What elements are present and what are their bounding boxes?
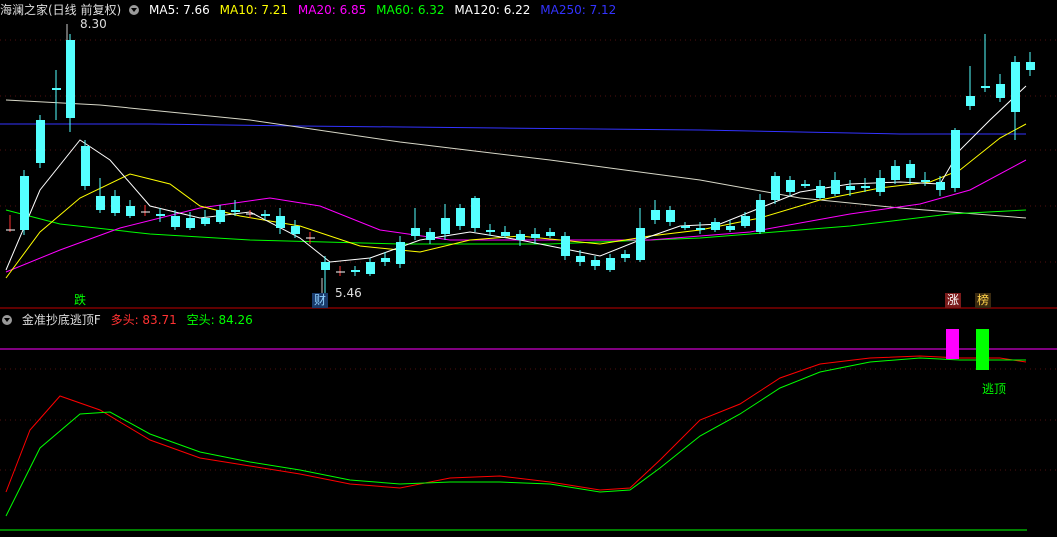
candle-body-down bbox=[531, 234, 540, 238]
grid-lines bbox=[0, 39, 1057, 471]
candle-body-down bbox=[81, 146, 90, 186]
candle-body-down bbox=[921, 180, 930, 182]
candle-body-down bbox=[366, 262, 375, 274]
ma10-line bbox=[5, 123, 1027, 279]
candle-body-down bbox=[891, 166, 900, 180]
candle-body-down bbox=[321, 262, 330, 270]
candle-body-down bbox=[426, 232, 435, 240]
candle-body-down bbox=[696, 228, 705, 230]
candle-body-down bbox=[261, 214, 270, 216]
candle-body-down bbox=[66, 40, 75, 118]
candle-body-down bbox=[636, 228, 645, 260]
candle-body-down bbox=[381, 258, 390, 262]
candle-body-down bbox=[786, 180, 795, 192]
candle-body-down bbox=[861, 186, 870, 188]
settings-dropdown-icon[interactable] bbox=[129, 4, 140, 15]
candle-body-down bbox=[591, 260, 600, 266]
candle-body-down bbox=[396, 242, 405, 264]
ma120-line bbox=[5, 99, 1027, 219]
candle-body-down bbox=[756, 200, 765, 232]
zhang-tag: 涨 bbox=[945, 293, 962, 308]
cai-tag: 财 bbox=[312, 293, 329, 308]
bang-tag: 榜 bbox=[975, 293, 992, 308]
candle-body-down bbox=[516, 234, 525, 240]
candle-body-down bbox=[651, 210, 660, 220]
candle-body-down bbox=[501, 232, 510, 236]
indicator-title: 金准抄底逃顶F bbox=[21, 313, 101, 327]
candle-body-down bbox=[681, 226, 690, 228]
stock-chart[interactable] bbox=[0, 0, 1057, 537]
duo-line bbox=[5, 355, 1027, 493]
candle-body-down bbox=[906, 164, 915, 178]
escape-top-signal: 逃顶 bbox=[982, 382, 1007, 396]
moving-average-lines bbox=[0, 85, 1027, 279]
candle-body-down bbox=[291, 226, 300, 234]
ma5-line bbox=[5, 85, 1027, 271]
candle-body-down bbox=[171, 216, 180, 227]
candle-body-down bbox=[621, 254, 630, 258]
candle-body-down bbox=[1011, 62, 1020, 112]
indicator-menu-icon[interactable] bbox=[2, 314, 12, 325]
ma120-label: MA120: 6.22 bbox=[454, 3, 531, 17]
ma250-line bbox=[0, 123, 1026, 135]
candle-body-down bbox=[801, 184, 810, 186]
candle-body-down bbox=[276, 216, 285, 228]
candle-body-down bbox=[741, 216, 750, 226]
ma20-label: MA20: 6.85 bbox=[297, 3, 367, 17]
candle-body-down bbox=[831, 180, 840, 194]
candle-body-down bbox=[576, 256, 585, 262]
candle-body-down bbox=[726, 226, 735, 230]
candle-body-down bbox=[20, 176, 29, 230]
candle-body-down bbox=[561, 236, 570, 256]
signal-bar-green bbox=[976, 329, 989, 370]
ma10-label: MA10: 7.21 bbox=[219, 3, 289, 17]
candle-body-down bbox=[96, 196, 105, 210]
ma60-label: MA60: 6.32 bbox=[376, 3, 445, 17]
candle-body-down bbox=[666, 210, 675, 222]
candle-body-down bbox=[1026, 62, 1035, 70]
candle-body-down bbox=[846, 186, 855, 190]
candle-body-down bbox=[201, 218, 210, 224]
candle-body-down bbox=[816, 186, 825, 198]
signal-bar-magenta bbox=[946, 329, 959, 359]
candle-body-down bbox=[606, 258, 615, 270]
candle-body-down bbox=[546, 232, 555, 236]
candle-body-down bbox=[711, 222, 720, 230]
candle-body-down bbox=[456, 208, 465, 226]
die-tag: 跌 bbox=[74, 293, 87, 307]
candle-body-down bbox=[186, 218, 195, 228]
candle-body-down bbox=[996, 84, 1005, 98]
candle-body-down bbox=[486, 230, 495, 232]
ma5-label: MA5: 7.66 bbox=[149, 3, 210, 17]
kong-label: 空头: 84.26 bbox=[186, 313, 253, 327]
candle-body-down bbox=[981, 86, 990, 88]
candle-body-down bbox=[966, 96, 975, 106]
candle-body-down bbox=[771, 176, 780, 200]
low-price-label: 5.46 bbox=[335, 286, 362, 300]
candle-body-down bbox=[876, 178, 885, 192]
candle-body-down bbox=[471, 198, 480, 228]
candle-body-down bbox=[52, 88, 61, 90]
candle-body-down bbox=[126, 206, 135, 216]
candlesticks[interactable] bbox=[6, 34, 1035, 294]
ma250-label: MA250: 7.12 bbox=[540, 3, 617, 17]
candle-body-down bbox=[441, 218, 450, 234]
sub-panel-header: 金准抄底逃顶F 多头: 83.71 空头: 84.26 bbox=[0, 311, 259, 329]
candle-body-down bbox=[411, 228, 420, 236]
candle-body-down bbox=[156, 214, 165, 216]
candle-body-down bbox=[351, 270, 360, 272]
duo-label: 多头: 83.71 bbox=[110, 313, 177, 327]
candle-body-down bbox=[216, 210, 225, 222]
kong-line bbox=[5, 357, 1026, 517]
candle-body-down bbox=[231, 210, 240, 212]
stock-title: 海澜之家(日线 前复权) bbox=[0, 3, 122, 17]
candle-body-down bbox=[951, 130, 960, 188]
candle-body-down bbox=[36, 120, 45, 163]
indicator-panel-lines bbox=[0, 329, 1057, 531]
candle-body-down bbox=[936, 182, 945, 190]
high-price-label: 8.30 bbox=[80, 17, 107, 31]
candle-body-down bbox=[111, 196, 120, 213]
